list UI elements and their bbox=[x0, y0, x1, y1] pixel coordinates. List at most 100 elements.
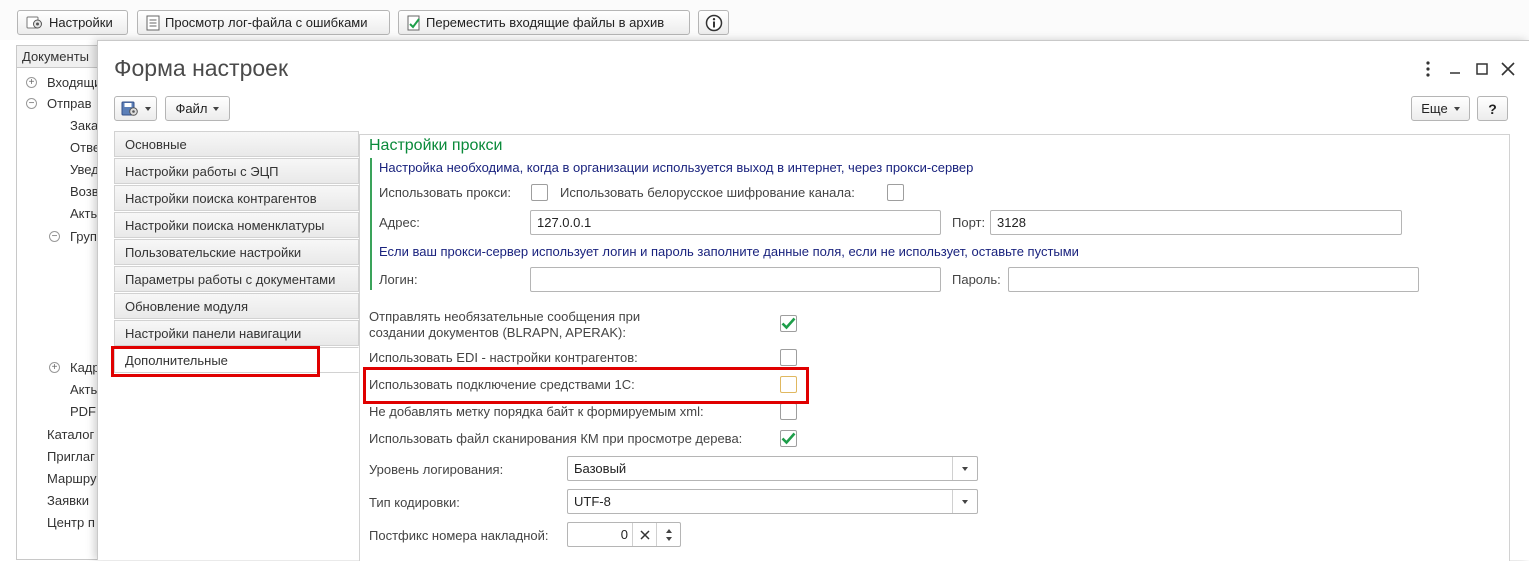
info-button[interactable] bbox=[698, 10, 729, 35]
tab-module-update[interactable]: Обновление модуля bbox=[114, 293, 359, 319]
address-input[interactable]: 127.0.0.1 bbox=[530, 210, 941, 235]
edi-settings-label: Использовать EDI - настройки контрагенто… bbox=[369, 350, 638, 365]
nav-item[interactable]: PDF bbox=[70, 404, 96, 419]
collapse-icon[interactable]: − bbox=[26, 98, 37, 109]
more-menu-label: Еще bbox=[1421, 101, 1448, 116]
nav-item[interactable]: Увед bbox=[70, 162, 99, 177]
encoding-value: UTF-8 bbox=[574, 494, 611, 509]
tab-basic[interactable]: Основные bbox=[114, 131, 359, 157]
document-icon bbox=[146, 15, 160, 31]
optional-messages-checkbox[interactable] bbox=[780, 315, 797, 332]
view-log-button-label: Просмотр лог-файла с ошибками bbox=[165, 15, 368, 30]
proxy-section-title: Настройки прокси bbox=[369, 137, 503, 154]
top-toolbar: Настройки Просмотр лог-файла с ошибками … bbox=[0, 0, 1529, 40]
maximize-icon[interactable] bbox=[1470, 57, 1494, 81]
nav-item[interactable]: Акть bbox=[70, 382, 97, 397]
optional-messages-label-line1: Отправлять необязательные сообщения при bbox=[369, 309, 641, 324]
save-settings-icon bbox=[121, 101, 139, 117]
nav-item[interactable]: Входящи bbox=[47, 75, 101, 90]
log-level-label: Уровень логирования: bbox=[369, 462, 504, 477]
help-button-label: ? bbox=[1488, 100, 1497, 117]
info-icon bbox=[705, 14, 723, 32]
nav-item[interactable]: Центр п bbox=[47, 515, 95, 530]
encoding-dropdown-icon[interactable] bbox=[952, 490, 977, 513]
archive-button[interactable]: Переместить входящие файлы в архив bbox=[398, 10, 690, 35]
optional-messages-label-line2: создании документов (BLRAPN, APERAK): bbox=[369, 325, 626, 340]
tab-user-settings[interactable]: Пользовательские настройки bbox=[114, 239, 359, 265]
dropdown-arrow-icon bbox=[144, 106, 151, 111]
conn-1c-checkbox[interactable] bbox=[780, 376, 797, 393]
checkmark-icon bbox=[781, 317, 796, 330]
minimize-icon[interactable] bbox=[1443, 57, 1467, 81]
nav-item[interactable]: Акты bbox=[70, 206, 100, 221]
login-label: Логин: bbox=[379, 272, 418, 287]
dropdown-arrow-icon bbox=[1453, 106, 1460, 111]
edi-settings-checkbox[interactable] bbox=[780, 349, 797, 366]
settings-gear-icon bbox=[26, 15, 44, 31]
nav-item[interactable]: Возв bbox=[70, 184, 99, 199]
byte-order-mark-checkbox[interactable] bbox=[780, 403, 797, 420]
optional-messages-label: Отправлять необязательные сообщения при … bbox=[369, 309, 640, 341]
tab-signature-settings[interactable]: Настройки работы с ЭЦП bbox=[114, 158, 359, 184]
stepper-icon[interactable] bbox=[656, 523, 680, 546]
postfix-field[interactable]: 0 bbox=[567, 522, 681, 547]
use-proxy-label: Использовать прокси: bbox=[379, 185, 511, 200]
archive-button-label: Переместить входящие файлы в архив bbox=[426, 15, 665, 30]
tab-counterparty-search[interactable]: Настройки поиска контрагентов bbox=[114, 185, 359, 211]
password-label: Пароль: bbox=[952, 272, 1001, 287]
nav-item[interactable]: Кадр bbox=[70, 360, 100, 375]
address-label: Адрес: bbox=[379, 215, 420, 230]
proxy-section-bar bbox=[370, 158, 372, 290]
tab-nomenclature-search[interactable]: Настройки поиска номенклатуры bbox=[114, 212, 359, 238]
close-icon[interactable] bbox=[1496, 57, 1520, 81]
expand-icon[interactable]: + bbox=[49, 362, 60, 373]
document-check-icon bbox=[407, 15, 421, 31]
log-level-select[interactable]: Базовый bbox=[567, 456, 978, 481]
login-input[interactable] bbox=[530, 267, 941, 292]
log-level-dropdown-icon[interactable] bbox=[952, 457, 977, 480]
help-button[interactable]: ? bbox=[1477, 96, 1508, 121]
checkmark-icon bbox=[781, 432, 796, 445]
settings-button-label: Настройки bbox=[49, 15, 113, 30]
settings-button[interactable]: Настройки bbox=[17, 10, 128, 35]
scan-file-label: Использовать файл сканирования КМ при пр… bbox=[369, 431, 743, 446]
more-actions-icon[interactable] bbox=[1416, 57, 1440, 81]
conn-1c-label: Использовать подключение средствами 1С: bbox=[369, 377, 635, 392]
port-input[interactable]: 3128 bbox=[990, 210, 1402, 235]
log-level-value: Базовый bbox=[574, 461, 627, 476]
port-label: Порт: bbox=[952, 215, 986, 230]
expand-icon[interactable]: + bbox=[26, 77, 37, 88]
use-proxy-checkbox[interactable] bbox=[531, 184, 548, 201]
more-menu-button[interactable]: Еще bbox=[1411, 96, 1470, 121]
byte-order-mark-label: Не добавлять метку порядка байт к формир… bbox=[369, 404, 704, 419]
nav-item[interactable]: Заявки bbox=[47, 493, 89, 508]
nav-item[interactable]: Каталог bbox=[47, 427, 94, 442]
file-menu-label: Файл bbox=[175, 101, 208, 116]
file-menu-button[interactable]: Файл bbox=[165, 96, 230, 121]
nav-item[interactable]: Маршру bbox=[47, 471, 96, 486]
encoding-select[interactable]: UTF-8 bbox=[567, 489, 978, 514]
belarus-encryption-label: Использовать белорусское шифрование кана… bbox=[560, 185, 855, 200]
tab-additional[interactable]: Дополнительные bbox=[114, 347, 359, 373]
modal-title: Форма настроек bbox=[114, 55, 289, 81]
belarus-encryption-checkbox[interactable] bbox=[887, 184, 904, 201]
nav-item[interactable]: Приглаг bbox=[47, 449, 95, 464]
dropdown-arrow-icon bbox=[213, 106, 220, 111]
login-note: Если ваш прокси-сервер использует логин … bbox=[379, 244, 1079, 259]
nav-item[interactable]: Отправ bbox=[47, 96, 91, 111]
tab-nav-panel-settings[interactable]: Настройки панели навигации bbox=[114, 320, 359, 346]
scan-file-checkbox[interactable] bbox=[780, 430, 797, 447]
nav-item[interactable]: Груп bbox=[70, 229, 97, 244]
nav-item[interactable]: Зака bbox=[70, 118, 98, 133]
view-log-button[interactable]: Просмотр лог-файла с ошибками bbox=[137, 10, 390, 35]
postfix-label: Постфикс номера накладной: bbox=[369, 528, 549, 543]
collapse-icon[interactable]: − bbox=[49, 231, 60, 242]
save-options-button[interactable] bbox=[114, 96, 157, 121]
nav-item[interactable]: Отве bbox=[70, 140, 100, 155]
proxy-note: Настройка необходима, когда в организаци… bbox=[379, 160, 974, 175]
tab-document-parameters[interactable]: Параметры работы с документами bbox=[114, 266, 359, 292]
postfix-value[interactable]: 0 bbox=[574, 527, 628, 542]
encoding-label: Тип кодировки: bbox=[369, 495, 460, 510]
password-input[interactable] bbox=[1008, 267, 1419, 292]
clear-icon[interactable] bbox=[632, 523, 656, 546]
